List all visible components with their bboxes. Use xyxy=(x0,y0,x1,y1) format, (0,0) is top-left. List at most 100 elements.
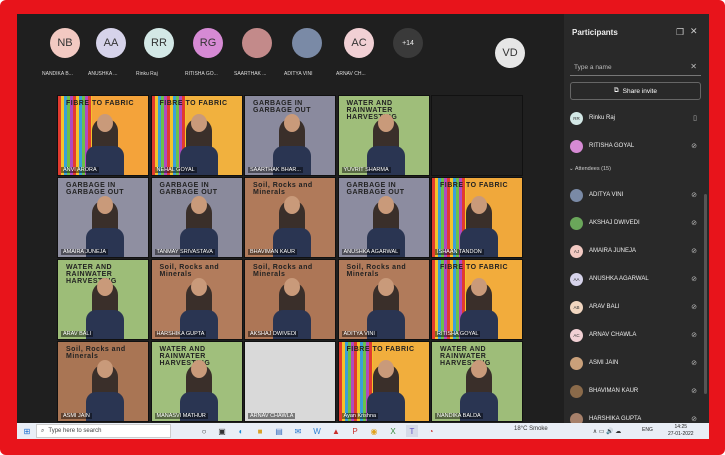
poster-title: Soil, Rocks and Minerals xyxy=(253,182,313,196)
avatar: AJ xyxy=(570,244,583,258)
video-tile[interactable]: WATER AND RAINWATER HARVESTING MANASVI MA… xyxy=(150,341,243,422)
video-tile[interactable]: Soil, Rocks and Minerals ASMI JAIN xyxy=(57,341,149,422)
video-tile[interactable]: Soil, Rocks and Minerals BHAVIMAN KAUR xyxy=(244,177,336,258)
participant-row-name: AKSHAJ DWIVEDI xyxy=(589,220,640,226)
powerpoint-icon[interactable]: P xyxy=(349,425,361,437)
participant-name: ADITYA VINI xyxy=(284,71,313,77)
avatar: RR xyxy=(570,111,583,125)
close-icon[interactable]: ✕ xyxy=(690,26,698,37)
avatar xyxy=(570,139,583,153)
participant-row[interactable]: ASMI JAIN ⊘ xyxy=(570,354,705,372)
video-tile[interactable]: FIBRE TO FABRIC Ayan Krishna xyxy=(337,341,430,422)
overflow-participants-badge[interactable]: +14 xyxy=(393,28,423,58)
tile-name-label: Ayan Krishna xyxy=(341,413,379,419)
participant-avatar[interactable] xyxy=(242,28,272,58)
participant-name: NANDIKA B... xyxy=(42,71,73,77)
participant-row[interactable]: AKSHAJ DWIVEDI ⊘ xyxy=(570,214,705,232)
taskbar-search[interactable]: ⌕ Type here to search xyxy=(36,424,171,438)
cortana-icon[interactable]: ○ xyxy=(198,425,210,437)
search-input[interactable]: Type a name ✕ xyxy=(570,59,701,76)
participant-avatar[interactable]: RR xyxy=(144,28,174,58)
video-tile[interactable]: WATER AND RAINWATER HARVESTING ARAV BALI xyxy=(57,259,149,340)
student-face xyxy=(377,360,394,378)
poster-title: FIBRE TO FABRIC xyxy=(159,100,228,107)
avatar xyxy=(570,356,583,370)
mic-muted-icon: ⊘ xyxy=(691,388,697,395)
video-grid: FIBRE TO FABRIC ANVI ARORA FIBRE TO FABRIC… xyxy=(57,95,525,423)
video-tile[interactable]: WATER AND RAINWATER HARVESTING NANDIKA BA… xyxy=(431,341,523,422)
participant-avatar[interactable]: NB xyxy=(50,28,80,58)
student-face xyxy=(97,196,113,214)
tile-name-label: SAARTHAK BHAR... xyxy=(248,167,303,173)
participant-avatar[interactable]: RG xyxy=(193,28,223,58)
attendees-header[interactable]: ⌄ Attendees (15) xyxy=(569,166,611,172)
system-tray-icons[interactable]: ∧ ▭ 🔊 ☁ xyxy=(577,425,637,437)
participant-row[interactable]: AJ AMAIRA JUNEJA ⊘ xyxy=(570,242,705,260)
participant-row[interactable]: ADITYA VINI ⊘ xyxy=(570,186,705,204)
participant-avatar[interactable] xyxy=(292,28,322,58)
participant-row-name: HARSHIKA GUPTA xyxy=(589,416,642,422)
tile-name-label: NANDIKA BALDA xyxy=(435,413,483,419)
avatar: AC xyxy=(570,328,583,342)
teams-icon[interactable]: T xyxy=(406,425,418,437)
task-view-icon[interactable]: ▣ xyxy=(216,425,228,437)
video-tile[interactable]: FIBRE TO FABRIC RITISHA GOYAL xyxy=(431,259,523,340)
excel-icon[interactable]: X xyxy=(387,425,399,437)
share-invite-button[interactable]: ⧉ Share invite xyxy=(570,82,701,100)
video-tile[interactable]: GARBAGE IN GARBAGE OUT TANMAY SRIVASTAVA xyxy=(150,177,243,258)
student-face xyxy=(471,196,487,214)
video-tile[interactable]: Soil, Rocks and Minerals HARSHIKA GUPTA xyxy=(150,259,243,340)
store-icon[interactable]: ▤ xyxy=(273,425,285,437)
video-tile[interactable]: GARBAGE IN GARBAGE OUT AMAIRA JUNEJA xyxy=(57,177,149,258)
participant-row[interactable]: AC ARNAV CHAWLA ⊘ xyxy=(570,326,705,344)
avatar xyxy=(570,216,583,230)
video-tile[interactable]: Soil, Rocks and Minerals ADITYA VINI xyxy=(337,259,430,340)
windows-start-icon[interactable]: ⊞ xyxy=(21,425,33,437)
video-tile[interactable]: Soil, Rocks and Minerals AKSHAJ DWIVEDI xyxy=(244,259,336,340)
participant-row-name: RITISHA GOYAL xyxy=(589,143,635,149)
clock[interactable]: 14:25 27-01-2022 xyxy=(668,424,694,438)
edge-icon[interactable]: ◐ xyxy=(235,425,247,437)
student-face xyxy=(284,196,300,214)
tile-name-label: NEHAL GOYAL xyxy=(154,167,197,173)
tile-name-label: ANUSHKA AGARWAL xyxy=(341,249,401,255)
clear-icon[interactable]: ✕ xyxy=(690,62,697,71)
participant-row[interactable]: AB ARAV BALI ⊘ xyxy=(570,298,705,316)
video-tile[interactable]: ARNAV CHAWLA xyxy=(244,341,336,422)
participant-avatar[interactable]: AA xyxy=(96,28,126,58)
mic-muted-icon: ⊘ xyxy=(691,276,697,283)
mic-muted-icon: ⊘ xyxy=(691,220,697,227)
participant-row[interactable]: RITISHA GOYAL ⊘ xyxy=(570,137,705,155)
participant-avatar[interactable]: AC xyxy=(344,28,374,58)
student-face xyxy=(97,360,113,378)
tile-name-label: HARSHIKA GUPTA xyxy=(154,331,207,337)
poster-title: FIBRE TO FABRIC xyxy=(440,182,509,189)
participant-row-name: ASMI JAIN xyxy=(589,360,619,366)
pop-out-icon[interactable]: ❐ xyxy=(676,27,684,38)
participant-row[interactable]: RR Rinku Raj ▯ xyxy=(570,109,705,127)
video-tile[interactable] xyxy=(431,95,523,176)
video-tile[interactable]: FIBRE TO FABRIC ANVI ARORA xyxy=(57,95,149,176)
app-icon[interactable]: ◔ xyxy=(425,425,437,437)
chrome-icon[interactable]: ◉ xyxy=(368,425,380,437)
poster-title: GARBAGE IN GARBAGE OUT xyxy=(159,182,218,196)
participant-row-name: AMAIRA JUNEJA xyxy=(589,248,637,254)
language-indicator[interactable]: ENG xyxy=(642,427,653,433)
tile-name-label: AKSHAJ DWIVEDI xyxy=(248,331,299,337)
background-poster xyxy=(245,342,335,421)
participant-row[interactable]: AA ANUSHKA AGARWAL ⊘ xyxy=(570,270,705,288)
file-explorer-icon[interactable]: ■ xyxy=(254,425,266,437)
participant-row[interactable]: BHAVIMAN KAUR ⊘ xyxy=(570,382,705,400)
student-face xyxy=(190,360,207,378)
video-tile[interactable]: WATER AND RAINWATER HARVESTING YUVRIT SHA… xyxy=(337,95,430,176)
poster-title: GARBAGE IN GARBAGE OUT xyxy=(253,100,311,114)
mail-icon[interactable]: ✉ xyxy=(292,425,304,437)
acrobat-icon[interactable]: ▲ xyxy=(330,425,342,437)
video-tile[interactable]: GARBAGE IN GARBAGE OUT SAARTHAK BHAR... xyxy=(244,95,336,176)
weather-widget[interactable]: 18°C Smoke xyxy=(514,426,548,432)
video-tile[interactable]: GARBAGE IN GARBAGE OUT ANUSHKA AGARWAL xyxy=(337,177,430,258)
video-tile[interactable]: FIBRE TO FABRIC ISHAAN TANDON xyxy=(431,177,523,258)
word-icon[interactable]: W xyxy=(311,425,323,437)
search-placeholder: Type a name xyxy=(574,64,612,71)
video-tile[interactable]: FIBRE TO FABRIC NEHAL GOYAL xyxy=(150,95,243,176)
